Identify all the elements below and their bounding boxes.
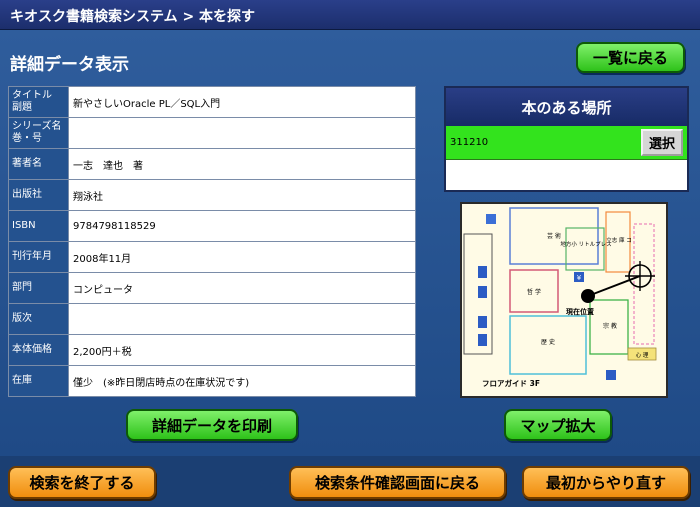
detail-label: 在庫 (8, 365, 69, 397)
detail-row: 本体価格 2,200円＋税 (8, 334, 416, 366)
detail-value: コンピュータ (68, 272, 416, 304)
detail-row: 刊行年月 2008年11月 (8, 241, 416, 273)
location-row[interactable]: 311210 選択 (446, 126, 687, 160)
detail-label: 著者名 (8, 148, 69, 180)
restart-button[interactable]: 最初からやり直す (522, 466, 690, 499)
detail-label: 版次 (8, 303, 69, 335)
escalator-icon (606, 370, 616, 380)
detail-label: タイトル 副題 (8, 86, 69, 118)
detail-row: 在庫 僅少 (※昨日閉店時点の在庫状況です) (8, 365, 416, 397)
end-search-button[interactable]: 検索を終了する (8, 466, 156, 499)
map-label-shinri: 心 理 (636, 352, 649, 359)
detail-label: 本体価格 (8, 334, 69, 366)
detail-label: 出版社 (8, 179, 69, 211)
elevator-icon (478, 316, 487, 328)
map-label-shuukyou: 宗 教 (603, 322, 617, 330)
map-label-geijutsu: 芸 術 (547, 232, 561, 240)
print-details-button[interactable]: 詳細データを印刷 (126, 409, 298, 441)
current-position-label: 現在位置 (566, 307, 594, 316)
map-label-tetsugaku: 哲 学 (527, 288, 541, 296)
back-to-conditions-button[interactable]: 検索条件確認画面に戻る (289, 466, 506, 499)
info-icon (486, 214, 496, 224)
detail-label: 部門 (8, 272, 69, 304)
breadcrumb: キオスク書籍検索システム > 本を探す (10, 9, 256, 25)
detail-row: タイトル 副題 新やさしいOracle PL／SQL入門 (8, 86, 416, 118)
elevator-icon (478, 334, 487, 346)
detail-row: 版次 (8, 303, 416, 335)
select-button[interactable]: 選択 (641, 129, 683, 156)
detail-row: 出版社 翔泳社 (8, 179, 416, 211)
map-label-chihou: 地方小 リトルプレス (560, 240, 611, 248)
floor-map-drawing: 芸 術 地方小 リトルプレス 立志 庫 コ 哲 学 歴 史 宗 教 心 理 ¥ … (462, 204, 666, 396)
location-heading: 本のある場所 (446, 88, 687, 126)
detail-row: シリーズ名 巻・号 (8, 117, 416, 149)
back-to-list-button[interactable]: 一覧に戻る (576, 42, 685, 73)
floor-guide-label: フロアガイド 3F (482, 378, 540, 388)
detail-value: 新やさしいOracle PL／SQL入門 (68, 86, 416, 118)
page-title: 詳細データ表示 (10, 55, 129, 75)
detail-label: シリーズ名 巻・号 (8, 117, 69, 149)
restroom-icon (478, 286, 487, 298)
detail-value: 2008年11月 (68, 241, 416, 273)
location-code: 311210 (450, 137, 489, 148)
detail-value: 一志 達也 著 (68, 148, 416, 180)
detail-row: 部門 コンピュータ (8, 272, 416, 304)
detail-label: 刊行年月 (8, 241, 69, 273)
detail-value: 9784798118529 (68, 210, 416, 242)
detail-row: 著者名 一志 達也 著 (8, 148, 416, 180)
detail-value: 僅少 (※昨日閉店時点の在庫状況です) (68, 365, 416, 397)
detail-row: ISBN 9784798118529 (8, 210, 416, 242)
atm-label: ¥ (577, 274, 582, 282)
detail-value: 翔泳社 (68, 179, 416, 211)
location-panel: 本のある場所 311210 選択 (444, 86, 689, 192)
current-position-marker (581, 289, 595, 303)
map-zoom-button[interactable]: マップ拡大 (504, 409, 612, 441)
detail-value: 2,200円＋税 (68, 334, 416, 366)
floor-map[interactable]: 芸 術 地方小 リトルプレス 立志 庫 コ 哲 学 歴 史 宗 教 心 理 ¥ … (460, 202, 668, 398)
map-label-risshi: 立志 庫 コ (606, 236, 632, 244)
restroom-icon (478, 266, 487, 278)
top-bar: キオスク書籍検索システム > 本を探す (0, 0, 700, 30)
detail-label: ISBN (8, 210, 69, 242)
detail-value (68, 303, 416, 335)
map-label-rekishi: 歴 史 (541, 338, 555, 346)
detail-table: タイトル 副題 新やさしいOracle PL／SQL入門 シリーズ名 巻・号 著者名一… (8, 86, 416, 397)
detail-value (68, 117, 416, 149)
